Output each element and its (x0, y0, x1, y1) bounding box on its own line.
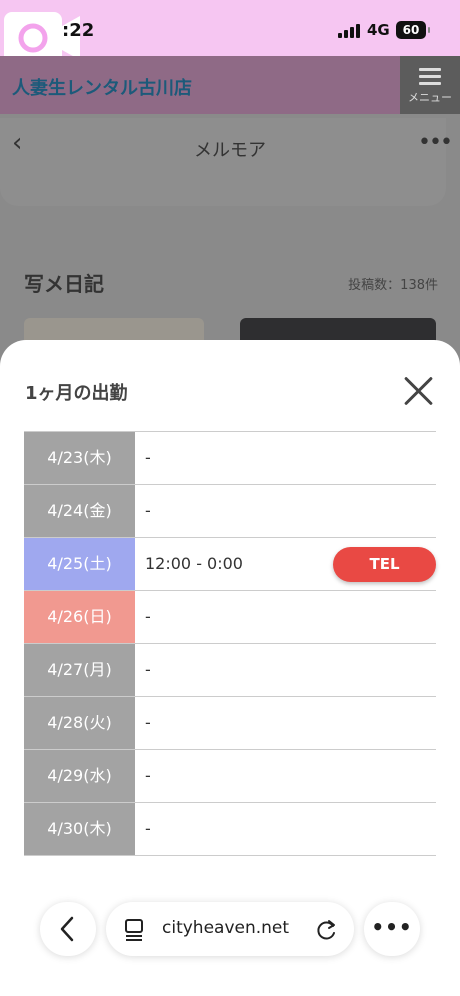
schedule-row: 4/24(金) - (24, 485, 436, 538)
address-bar[interactable]: cityheaven.net (106, 902, 354, 956)
battery-icon: 60 (396, 21, 430, 39)
schedule-row: 4/30(木) - (24, 803, 436, 856)
schedule-hours: - (145, 501, 151, 520)
schedule-date: 4/26(日) (24, 591, 135, 643)
diary-title: 写メ日記 (24, 272, 104, 296)
schedule-row: 4/23(木) - (24, 432, 436, 485)
schedule-hours: - (145, 819, 151, 838)
browser-more-button[interactable]: ••• (364, 902, 420, 956)
signal-icon (338, 24, 360, 38)
schedule-date: 4/28(火) (24, 697, 135, 749)
menu-label: メニュー (408, 91, 452, 104)
network-type: 4G (367, 21, 390, 39)
nav-card: ‹ メルモア ••• (0, 118, 453, 206)
nav-title: メルモア (194, 140, 266, 161)
schedule-table: 4/23(木) - 4/24(金) - 4/25(土) 12:00 - 0:00… (24, 431, 436, 856)
close-icon[interactable] (402, 374, 436, 408)
schedule-row: 4/27(月) - (24, 644, 436, 697)
schedule-row: 4/28(火) - (24, 697, 436, 750)
status-time: :22 (62, 20, 95, 41)
schedule-date: 4/30(木) (24, 803, 135, 855)
tabs-icon (125, 919, 143, 941)
schedule-hours: - (145, 713, 151, 732)
more-icon: ••• (371, 915, 413, 939)
schedule-row: 4/29(水) - (24, 750, 436, 803)
schedule-hours: - (145, 607, 151, 626)
schedule-date: 4/23(木) (24, 432, 135, 484)
schedule-row: 4/25(土) 12:00 - 0:00 TEL (24, 538, 436, 591)
site-header: 人妻生レンタル古川店 メニュー (0, 56, 460, 114)
site-title: 人妻生レンタル古川店 (12, 78, 192, 99)
schedule-row: 4/26(日) - (24, 591, 436, 644)
reload-icon[interactable] (312, 902, 342, 956)
schedule-hours: - (145, 766, 151, 785)
schedule-hours: - (145, 448, 151, 467)
diary-count: 投稿数：138件 (348, 278, 438, 293)
more-icon: ••• (418, 130, 453, 155)
schedule-date: 4/25(土) (24, 538, 135, 590)
schedule-hours: 12:00 - 0:00 (145, 554, 243, 573)
back-icon (60, 916, 74, 942)
hamburger-icon (419, 68, 441, 85)
tel-button[interactable]: TEL (333, 547, 436, 582)
schedule-hours: - (145, 660, 151, 679)
browser-back-button[interactable] (40, 902, 96, 956)
status-bar: :22 4G 60 (0, 0, 460, 64)
menu-button: メニュー (400, 56, 460, 114)
sheet-title: 1ヶ月の出勤 (25, 383, 128, 404)
schedule-date: 4/27(月) (24, 644, 135, 696)
schedule-sheet: 1ヶ月の出勤 4/23(木) - 4/24(金) - 4/25(土) 12:00… (0, 340, 460, 996)
url-text: cityheaven.net (162, 918, 290, 938)
schedule-date: 4/24(金) (24, 485, 135, 537)
schedule-date: 4/29(水) (24, 750, 135, 802)
